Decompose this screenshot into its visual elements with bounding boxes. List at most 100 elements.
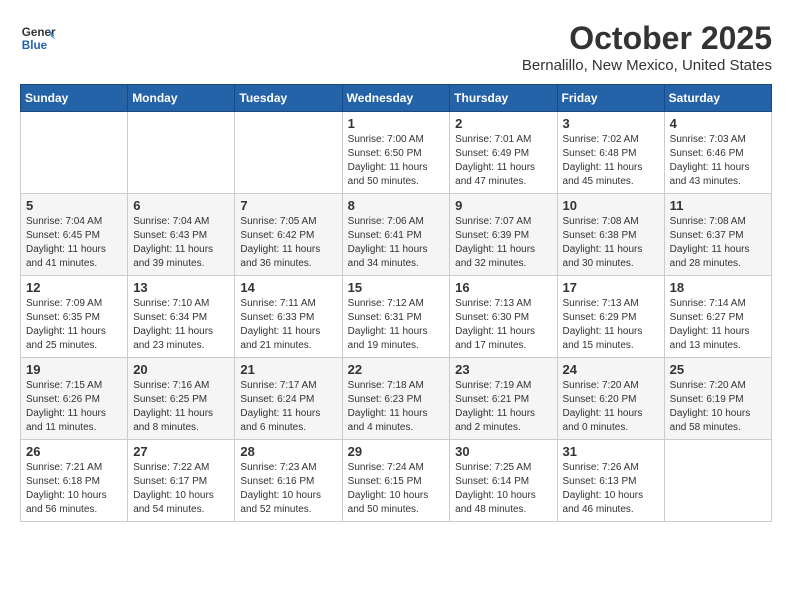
day-info: Sunrise: 7:19 AM Sunset: 6:21 PM Dayligh… [455,379,551,435]
day-of-week-header: Thursday [450,85,557,112]
calendar-cell: 13 Sunrise: 7:10 AM Sunset: 6:34 PM Dayli… [128,276,235,358]
day-info: Sunrise: 7:10 AM Sunset: 6:34 PM Dayligh… [133,297,229,353]
day-number: 13 [133,280,229,295]
calendar-cell: 27Sunrise: 7:22 AM Sunset: 6:17 PM Dayli… [128,440,235,522]
calendar-cell [21,112,128,194]
day-info: Sunrise: 7:13 AM Sunset: 6:30 PM Dayligh… [455,297,551,353]
header-row: SundayMondayTuesdayWednesdayThursdayFrid… [21,85,772,112]
calendar-cell: 23Sunrise: 7:19 AM Sunset: 6:21 PM Dayli… [450,358,557,440]
day-info: Sunrise: 7:15 AM Sunset: 6:26 PM Dayligh… [26,379,122,435]
day-info: Sunrise: 7:08 AM Sunset: 6:38 PM Dayligh… [563,215,659,271]
calendar-cell: 19Sunrise: 7:15 AM Sunset: 6:26 PM Dayli… [21,358,128,440]
day-number: 1 [348,116,445,131]
calendar-cell: 17 Sunrise: 7:13 AM Sunset: 6:29 PM Dayli… [557,276,664,358]
calendar-cell: 3 Sunrise: 7:02 AM Sunset: 6:48 PM Daylig… [557,112,664,194]
day-number: 5 [26,198,122,213]
location: Bernalillo, New Mexico, United States [522,57,772,74]
day-info: Sunrise: 7:26 AM Sunset: 6:13 PM Dayligh… [563,461,659,517]
svg-text:Blue: Blue [22,39,48,52]
calendar-cell: 15 Sunrise: 7:12 AM Sunset: 6:31 PM Dayli… [342,276,450,358]
day-info: Sunrise: 7:12 AM Sunset: 6:31 PM Dayligh… [348,297,445,353]
day-number: 30 [455,444,551,459]
calendar-week-row: 1 Sunrise: 7:00 AM Sunset: 6:50 PM Daylig… [21,112,772,194]
day-info: Sunrise: 7:16 AM Sunset: 6:25 PM Dayligh… [133,379,229,435]
day-number: 2 [455,116,551,131]
calendar-week-row: 26 Sunrise: 7:21 AM Sunset: 6:18 PM Dayli… [21,440,772,522]
day-info: Sunrise: 7:23 AM Sunset: 6:16 PM Dayligh… [240,461,336,517]
day-of-week-header: Monday [128,85,235,112]
day-info: Sunrise: 7:18 AM Sunset: 6:23 PM Dayligh… [348,379,445,435]
day-info: Sunrise: 7:20 AM Sunset: 6:20 PM Dayligh… [563,379,659,435]
calendar-table: SundayMondayTuesdayWednesdayThursdayFrid… [20,84,772,522]
day-number: 11 [670,198,766,213]
calendar-cell [235,112,342,194]
day-info: Sunrise: 7:24 AM Sunset: 6:15 PM Dayligh… [348,461,445,517]
day-info: Sunrise: 7:04 AM Sunset: 6:43 PM Dayligh… [133,215,229,271]
calendar-cell: 31 Sunrise: 7:26 AM Sunset: 6:13 PM Dayli… [557,440,664,522]
day-number: 22 [348,362,445,377]
day-info: Sunrise: 7:25 AM Sunset: 6:14 PM Dayligh… [455,461,551,517]
day-info: Sunrise: 7:11 AM Sunset: 6:33 PM Dayligh… [240,297,336,353]
calendar-cell: 11 Sunrise: 7:08 AM Sunset: 6:37 PM Dayli… [664,194,771,276]
calendar-cell: 26 Sunrise: 7:21 AM Sunset: 6:18 PM Dayli… [21,440,128,522]
calendar-cell: 28 Sunrise: 7:23 AM Sunset: 6:16 PM Dayli… [235,440,342,522]
page-header: General Blue October 2025 Bernalillo, Ne… [20,20,772,74]
calendar-body: 1 Sunrise: 7:00 AM Sunset: 6:50 PM Daylig… [21,112,772,522]
day-number: 31 [563,444,659,459]
day-info: Sunrise: 7:21 AM Sunset: 6:18 PM Dayligh… [26,461,122,517]
calendar-cell: 25Sunrise: 7:20 AM Sunset: 6:19 PM Dayli… [664,358,771,440]
calendar-cell: 22 Sunrise: 7:18 AM Sunset: 6:23 PM Dayli… [342,358,450,440]
day-number: 29 [348,444,445,459]
day-info: Sunrise: 7:01 AM Sunset: 6:49 PM Dayligh… [455,133,551,189]
day-number: 7 [240,198,336,213]
day-number: 16 [455,280,551,295]
day-of-week-header: Friday [557,85,664,112]
calendar-cell: 4Sunrise: 7:03 AM Sunset: 6:46 PM Daylig… [664,112,771,194]
calendar-cell: 14Sunrise: 7:11 AM Sunset: 6:33 PM Dayli… [235,276,342,358]
day-of-week-header: Wednesday [342,85,450,112]
day-info: Sunrise: 7:02 AM Sunset: 6:48 PM Dayligh… [563,133,659,189]
day-info: Sunrise: 7:20 AM Sunset: 6:19 PM Dayligh… [670,379,766,435]
day-number: 21 [240,362,336,377]
day-info: Sunrise: 7:09 AM Sunset: 6:35 PM Dayligh… [26,297,122,353]
calendar-cell [128,112,235,194]
month-title: October 2025 [522,20,772,57]
day-number: 9 [455,198,551,213]
calendar-cell: 9 Sunrise: 7:07 AM Sunset: 6:39 PM Daylig… [450,194,557,276]
day-info: Sunrise: 7:08 AM Sunset: 6:37 PM Dayligh… [670,215,766,271]
calendar-week-row: 19Sunrise: 7:15 AM Sunset: 6:26 PM Dayli… [21,358,772,440]
day-number: 12 [26,280,122,295]
day-number: 28 [240,444,336,459]
title-block: October 2025 Bernalillo, New Mexico, Uni… [522,20,772,74]
day-number: 20 [133,362,229,377]
logo-icon: General Blue [20,20,56,56]
day-number: 15 [348,280,445,295]
day-number: 17 [563,280,659,295]
day-number: 4 [670,116,766,131]
day-of-week-header: Saturday [664,85,771,112]
day-number: 26 [26,444,122,459]
day-info: Sunrise: 7:04 AM Sunset: 6:45 PM Dayligh… [26,215,122,271]
day-info: Sunrise: 7:13 AM Sunset: 6:29 PM Dayligh… [563,297,659,353]
day-info: Sunrise: 7:05 AM Sunset: 6:42 PM Dayligh… [240,215,336,271]
calendar-cell: 1 Sunrise: 7:00 AM Sunset: 6:50 PM Daylig… [342,112,450,194]
calendar-cell: 21 Sunrise: 7:17 AM Sunset: 6:24 PM Dayli… [235,358,342,440]
day-info: Sunrise: 7:17 AM Sunset: 6:24 PM Dayligh… [240,379,336,435]
day-info: Sunrise: 7:07 AM Sunset: 6:39 PM Dayligh… [455,215,551,271]
day-info: Sunrise: 7:00 AM Sunset: 6:50 PM Dayligh… [348,133,445,189]
calendar-cell [664,440,771,522]
calendar-cell: 5 Sunrise: 7:04 AM Sunset: 6:45 PM Daylig… [21,194,128,276]
calendar-cell: 24 Sunrise: 7:20 AM Sunset: 6:20 PM Dayli… [557,358,664,440]
calendar-cell: 2 Sunrise: 7:01 AM Sunset: 6:49 PM Daylig… [450,112,557,194]
calendar-cell: 6 Sunrise: 7:04 AM Sunset: 6:43 PM Daylig… [128,194,235,276]
day-number: 18 [670,280,766,295]
calendar-cell: 20 Sunrise: 7:16 AM Sunset: 6:25 PM Dayli… [128,358,235,440]
day-number: 6 [133,198,229,213]
day-number: 24 [563,362,659,377]
day-number: 3 [563,116,659,131]
calendar-cell: 7 Sunrise: 7:05 AM Sunset: 6:42 PM Daylig… [235,194,342,276]
day-info: Sunrise: 7:22 AM Sunset: 6:17 PM Dayligh… [133,461,229,517]
calendar-cell: 18Sunrise: 7:14 AM Sunset: 6:27 PM Dayli… [664,276,771,358]
day-info: Sunrise: 7:06 AM Sunset: 6:41 PM Dayligh… [348,215,445,271]
calendar-cell: 30 Sunrise: 7:25 AM Sunset: 6:14 PM Dayli… [450,440,557,522]
